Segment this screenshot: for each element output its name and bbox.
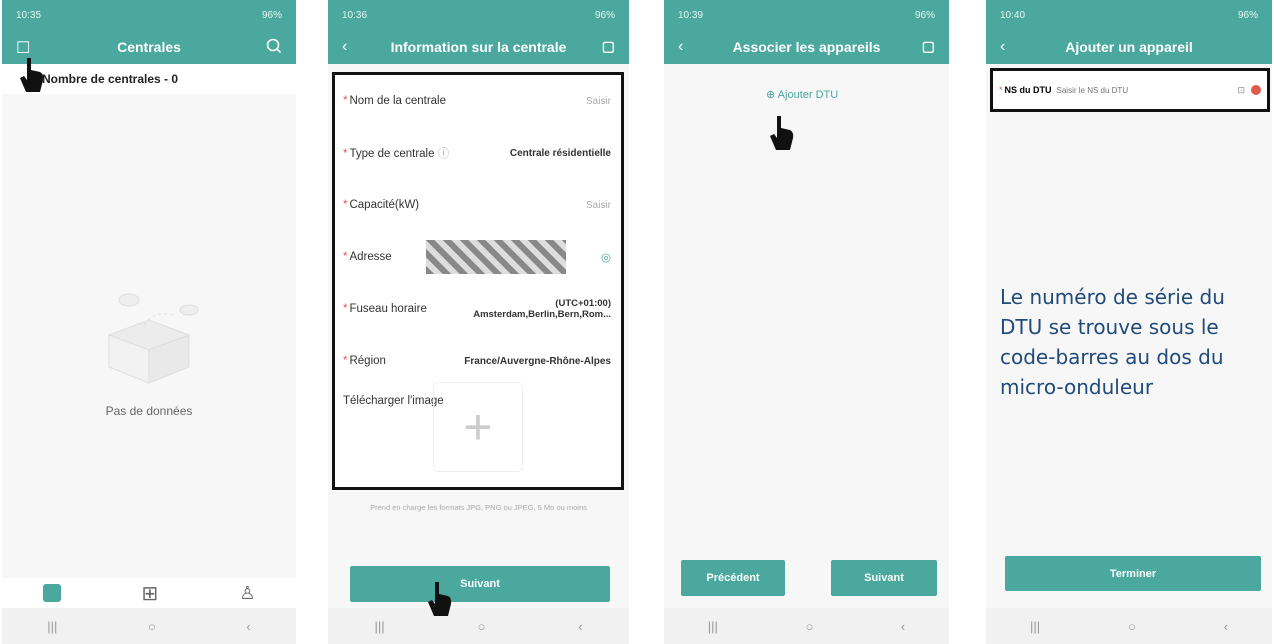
field-timezone[interactable]: * Fuseau horaire (UTC+01:00) Amsterdam,Be… [335,283,621,335]
field-value: France/Auvergne-Rhône-Alpes [464,355,611,367]
tab-devices-icon[interactable]: ⊞ [142,581,159,606]
home-icon[interactable]: ○ [148,619,156,634]
field-capacity[interactable]: * Capacité(kW) Saisir [335,179,621,231]
system-nav: ||| ○ ‹ [328,608,629,644]
field-label: Fuseau horaire [349,303,427,315]
home-icon[interactable]: ○ [477,619,485,634]
app-header: ‹ Information sur la centrale ▢ [328,30,629,64]
dtu-field-frame: * NS du DTU ⊡ [990,68,1270,112]
status-bar: 10:35 96% [2,0,296,30]
screen-plant-info: 10:36 96% ‹ Information sur la centrale … [328,0,629,644]
previous-button[interactable]: Précédent [681,560,785,596]
tab-profile-icon[interactable]: ♙ [239,583,255,604]
status-bar: 10:36 96% [328,0,629,30]
next-button[interactable]: Suivant [831,560,937,596]
field-type[interactable]: * Type de centrale ⓘ Centrale résidentiel… [335,127,621,179]
field-value: (UTC+01:00) Amsterdam,Berlin,Bern,Rom... [473,298,611,320]
field-label: Capacité(kW) [349,199,420,211]
app-header: ☐ Centrales [2,30,296,64]
page-title: Ajouter un appareil [1065,39,1193,55]
format-hint: Prend en charge les formats JPG, PNG ou … [370,503,587,512]
recent-apps-icon[interactable]: ||| [1030,619,1040,634]
status-time: 10:39 [678,9,704,21]
field-value: Saisir [585,199,611,211]
location-icon[interactable]: ◎ [601,250,611,264]
system-nav: ||| ○ ‹ [986,608,1272,644]
upload-box[interactable]: + [433,382,523,472]
field-label: Type de centrale [349,148,435,160]
dtu-field-label: NS du DTU [1004,85,1052,95]
app-header: ‹ Ajouter un appareil [986,30,1272,64]
back-icon[interactable]: ‹ [578,619,582,634]
status-time: 10:40 [1000,9,1026,21]
field-value: Centrale résidentielle [509,147,611,159]
status-battery: 96% [261,9,282,21]
pointer-hand-icon [18,54,46,92]
page-title: Information sur la centrale [390,39,567,55]
page-title: Associer les appareils [732,39,881,55]
next-button[interactable]: Suivant [350,566,610,602]
status-time: 10:36 [342,9,368,21]
empty-illustration [94,285,204,390]
back-icon[interactable]: ‹ [1224,619,1228,634]
bottom-tabbar: ⊞ ♙ [2,578,296,608]
save-icon[interactable]: ▢ [602,38,615,55]
system-nav: ||| ○ ‹ [2,608,296,644]
status-time: 10:35 [16,9,42,21]
empty-text: Pas de données [105,404,193,418]
field-label: Adresse [349,251,392,263]
field-name[interactable]: * Nom de la centrale Saisir [335,75,621,127]
status-bar: 10:40 96% [986,0,1272,30]
form-frame: * Nom de la centrale Saisir * Type de cent… [332,72,624,490]
back-icon[interactable]: ‹ [901,619,905,634]
back-arrow-icon[interactable]: ‹ [678,38,683,56]
home-icon[interactable]: ○ [805,619,813,634]
field-label: Nom de la centrale [349,95,447,107]
pointer-hand-icon [768,112,796,150]
back-arrow-icon[interactable]: ‹ [1000,38,1005,56]
field-address[interactable]: * Adresse ◎ [335,231,621,283]
add-circle-icon: ⊕ [766,89,776,101]
address-redacted [426,240,567,274]
app-header: ‹ Associer les appareils ▢ [664,30,949,64]
scan-icon[interactable]: ⊡ [1237,85,1245,96]
status-battery: 96% [1237,9,1258,21]
status-battery: 96% [594,9,615,21]
instruction-caption: Le numéro de série du DTU se trouve sous… [1000,285,1225,399]
plant-count: Nombre de centrales - 0 [2,64,296,94]
screen-associate-devices: 10:39 96% ‹ Associer les appareils ▢ ⊕ A… [664,0,949,644]
add-dtu-label: Ajouter DTU [777,89,839,101]
recent-apps-icon[interactable]: ||| [374,619,384,634]
field-label: Région [349,355,386,367]
search-icon[interactable] [266,38,282,57]
home-icon[interactable]: ○ [1128,619,1136,634]
save-icon[interactable]: ▢ [922,38,935,55]
recent-apps-icon[interactable]: ||| [708,619,718,634]
dtu-serial-input[interactable] [1056,85,1238,95]
status-battery: 96% [914,9,935,21]
back-arrow-icon[interactable]: ‹ [342,38,347,56]
pointer-hand-icon [426,578,454,616]
recent-apps-icon[interactable]: ||| [47,619,57,634]
back-icon[interactable]: ‹ [246,619,250,634]
screen-add-device: 10:40 96% ‹ Ajouter un appareil * NS du … [986,0,1272,644]
status-bar: 10:39 96% [664,0,949,30]
field-value: Saisir [585,95,611,107]
remove-icon[interactable] [1251,85,1261,95]
finish-button[interactable]: Terminer [1005,556,1261,591]
screen-centrales: 10:35 96% ☐ Centrales Nombre de centrale… [2,0,296,644]
page-title: Centrales [117,39,181,55]
system-nav: ||| ○ ‹ [664,608,949,644]
help-icon[interactable]: ⓘ [438,148,450,160]
field-region[interactable]: * Région France/Auvergne-Rhône-Alpes [335,335,621,387]
add-dtu-link[interactable]: ⊕ Ajouter DTU [766,88,838,101]
tab-plants-icon[interactable] [42,584,61,602]
